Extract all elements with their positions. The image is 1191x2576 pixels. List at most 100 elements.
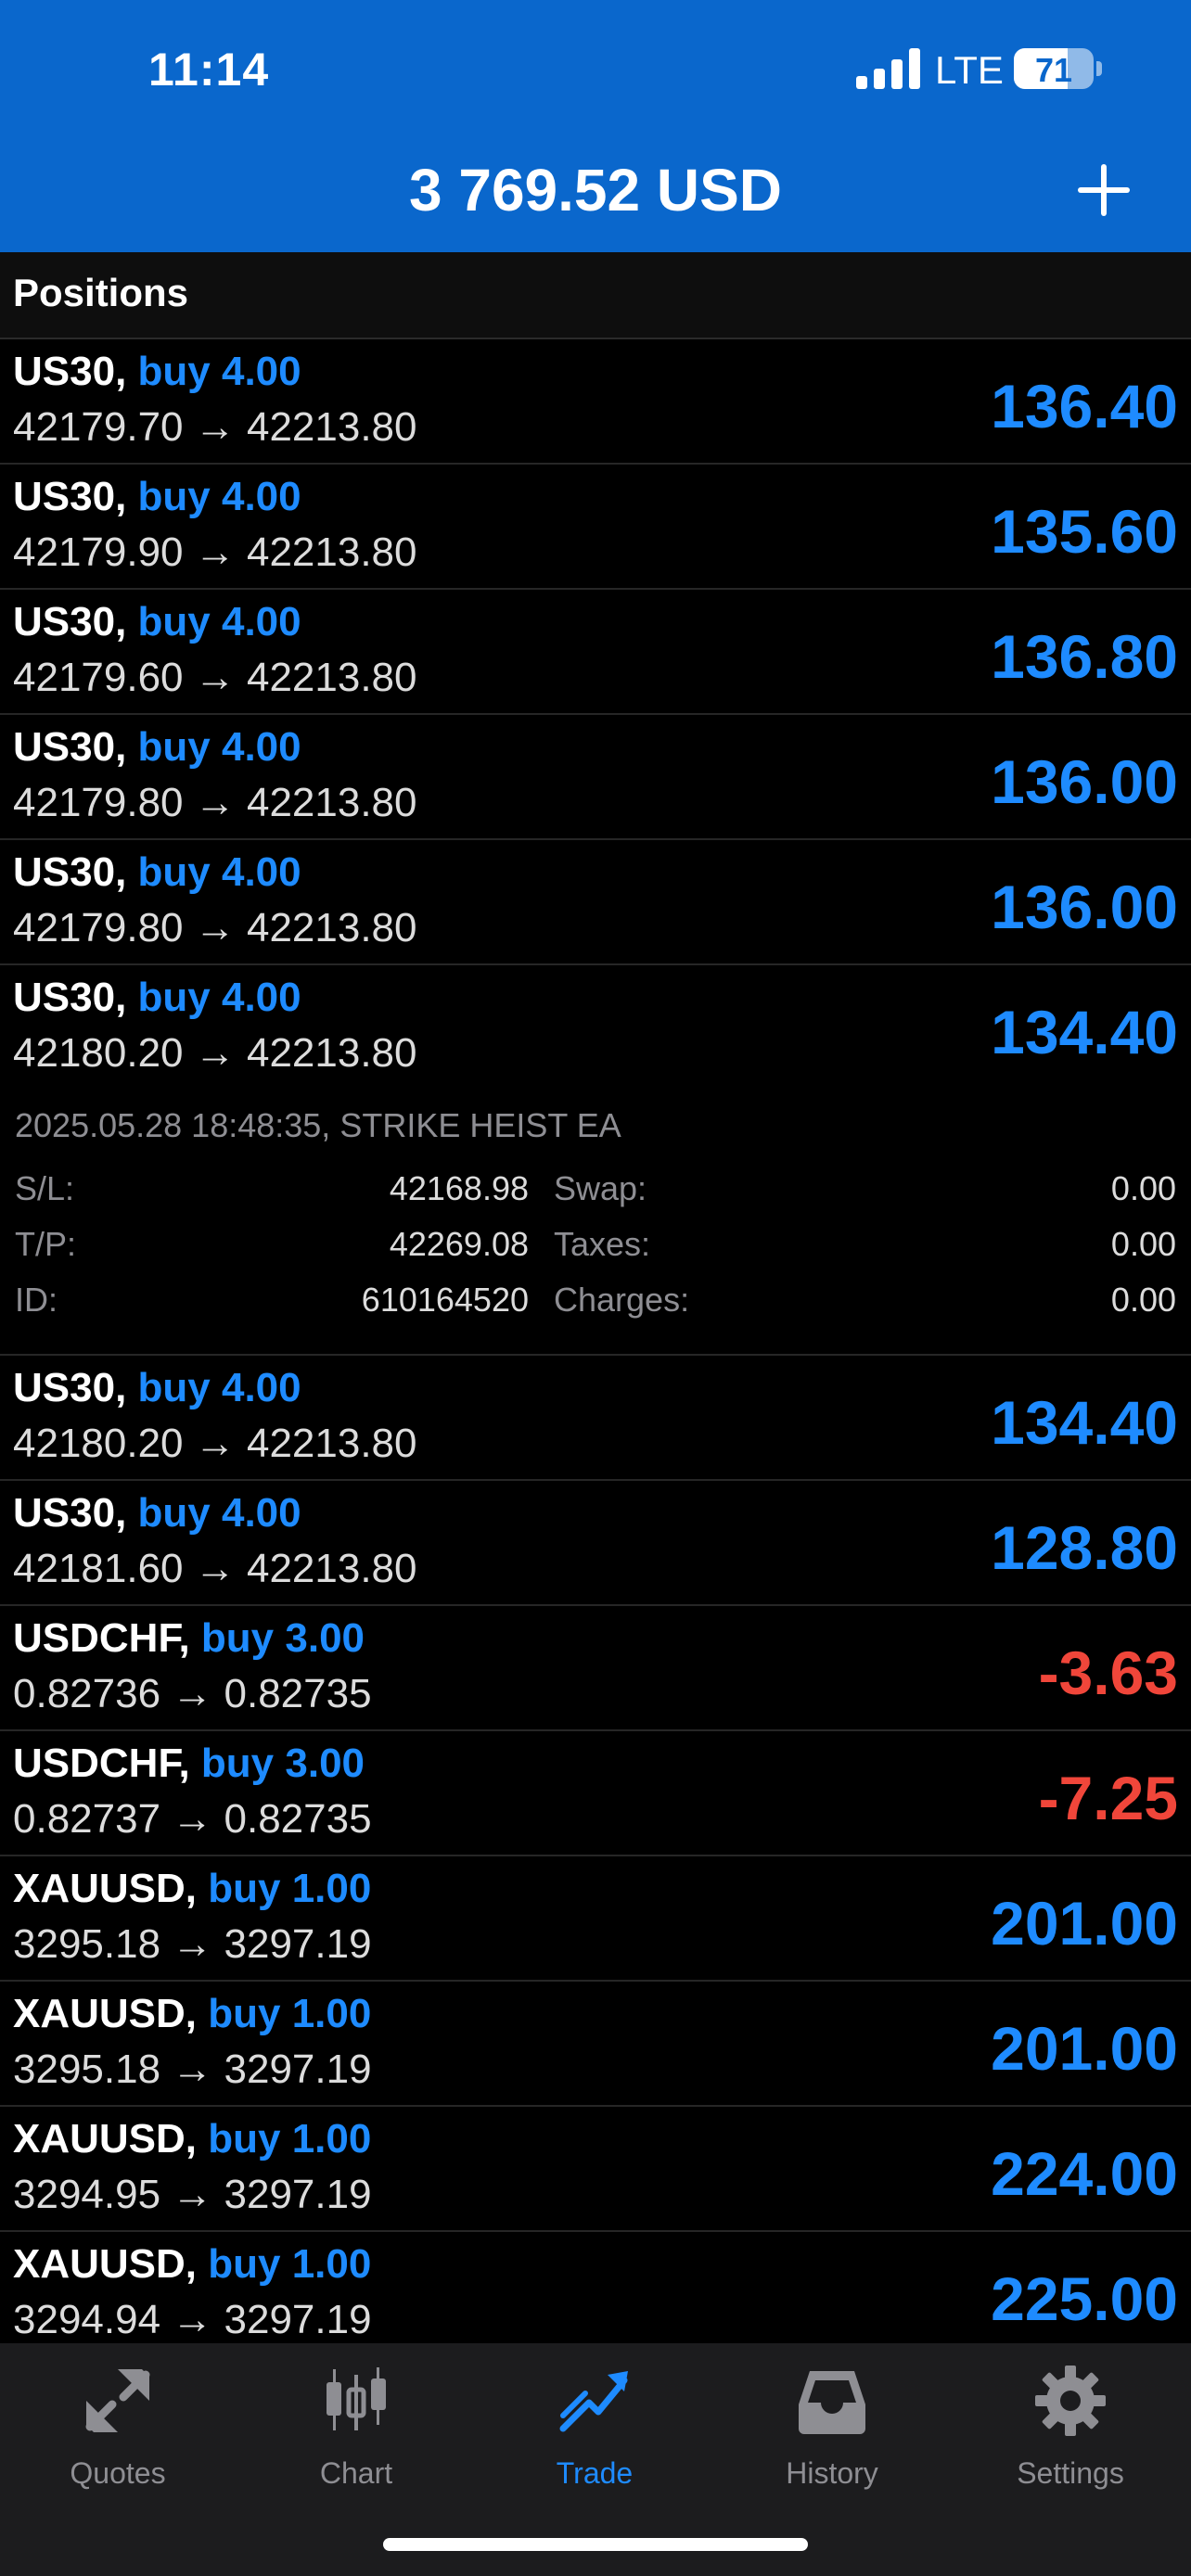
position-prices: 42179.80 → 42213.80 bbox=[13, 905, 417, 950]
tab-chart-label: Chart bbox=[319, 2456, 393, 2490]
top-bar: 11:14 LTE 71 3 769.52 USD bbox=[0, 0, 1191, 252]
position-profit: 134.40 bbox=[991, 998, 1178, 1066]
position-side: buy 4.00 bbox=[137, 599, 301, 644]
tab-settings-label: Settings bbox=[1017, 2456, 1124, 2490]
position-side: buy 4.00 bbox=[137, 1490, 301, 1536]
tab-settings[interactable]: Settings bbox=[978, 2364, 1163, 2503]
tab-history-label: History bbox=[786, 2456, 878, 2490]
position-row[interactable]: USDCHF, buy 3.00 0.82736 → 0.82735 -3.63 bbox=[0, 1606, 1191, 1731]
position-row[interactable]: XAUUSD, buy 1.00 3294.95 → 3297.19 224.0… bbox=[0, 2107, 1191, 2232]
position-open-time-comment: 2025.05.28 18:48:35, STRIKE HEIST EA bbox=[15, 1106, 621, 1144]
position-side: buy 4.00 bbox=[137, 849, 301, 895]
taxes-label: Taxes: bbox=[554, 1225, 651, 1263]
position-side: buy 4.00 bbox=[137, 349, 301, 394]
account-balance: 3 769.52 USD bbox=[408, 157, 783, 223]
tp-label: T/P: bbox=[15, 1225, 77, 1263]
tab-trade-label: Trade bbox=[556, 2456, 634, 2490]
position-symbol: US30, bbox=[13, 599, 127, 644]
position-row-expanded[interactable]: US30, buy 4.00 42180.20 → 42213.80 134.4… bbox=[0, 965, 1191, 1090]
position-symbol: US30, bbox=[13, 1490, 127, 1536]
id-label: ID: bbox=[15, 1281, 58, 1319]
position-row[interactable]: US30, buy 4.00 42179.80 → 42213.80 136.0… bbox=[0, 715, 1191, 840]
history-icon bbox=[799, 2371, 865, 2434]
position-profit: 136.00 bbox=[991, 873, 1178, 941]
swap-label: Swap: bbox=[554, 1169, 647, 1207]
position-prices: 3295.18 → 3297.19 bbox=[13, 1921, 372, 1967]
position-row[interactable]: XAUUSD, buy 1.00 3295.18 → 3297.19 201.0… bbox=[0, 1982, 1191, 2107]
position-symbol: US30, bbox=[13, 975, 127, 1020]
position-prices: 42179.90 → 42213.80 bbox=[13, 529, 417, 575]
position-profit: 134.40 bbox=[991, 1388, 1178, 1457]
position-profit: 225.00 bbox=[991, 2264, 1178, 2333]
position-prices: 0.82737 → 0.82735 bbox=[13, 1796, 372, 1842]
tp-value: 42269.08 bbox=[389, 1225, 529, 1263]
position-row[interactable]: US30, buy 4.00 42180.20 → 42213.80 134.4… bbox=[0, 1356, 1191, 1481]
network-type: LTE bbox=[935, 48, 1004, 92]
position-profit: -3.63 bbox=[1038, 1639, 1178, 1707]
position-row[interactable]: US30, buy 4.00 42181.60 → 42213.80 128.8… bbox=[0, 1481, 1191, 1606]
position-row[interactable]: US30, buy 4.00 42179.60 → 42213.80 136.8… bbox=[0, 590, 1191, 715]
battery-tip bbox=[1096, 61, 1102, 76]
position-side: buy 1.00 bbox=[208, 2241, 372, 2287]
position-symbol: XAUUSD, bbox=[13, 2116, 198, 2162]
tab-quotes-label: Quotes bbox=[70, 2456, 166, 2490]
position-symbol: US30, bbox=[13, 474, 127, 519]
position-symbol: US30, bbox=[13, 849, 127, 895]
position-symbol: US30, bbox=[13, 1365, 127, 1410]
position-symbol: XAUUSD, bbox=[13, 1866, 198, 1911]
tab-chart[interactable]: Chart bbox=[263, 2364, 449, 2503]
position-prices: 3295.18 → 3297.19 bbox=[13, 2047, 372, 2092]
position-profit: 135.60 bbox=[991, 497, 1178, 566]
swap-value: 0.00 bbox=[1110, 1169, 1176, 1207]
position-prices: 42181.60 → 42213.80 bbox=[13, 1546, 417, 1591]
position-side: buy 1.00 bbox=[208, 2116, 372, 2162]
cellular-signal-icon bbox=[856, 48, 921, 89]
tab-quotes[interactable]: Quotes bbox=[25, 2364, 211, 2503]
id-value: 610164520 bbox=[361, 1281, 529, 1319]
battery-icon: 71 bbox=[1014, 48, 1094, 89]
position-profit: 136.00 bbox=[991, 747, 1178, 816]
position-prices: 3294.95 → 3297.19 bbox=[13, 2172, 372, 2217]
sl-label: S/L: bbox=[15, 1169, 75, 1207]
position-side: buy 4.00 bbox=[137, 1365, 301, 1410]
position-side: buy 3.00 bbox=[200, 1615, 365, 1661]
position-prices: 42179.70 → 42213.80 bbox=[13, 404, 417, 450]
position-side: buy 3.00 bbox=[200, 1741, 365, 1786]
position-profit: 201.00 bbox=[991, 2014, 1178, 2083]
position-details: 2025.05.28 18:48:35, STRIKE HEIST EA S/L… bbox=[0, 1090, 1191, 1356]
position-profit: 224.00 bbox=[991, 2139, 1178, 2208]
tab-trade[interactable]: Trade bbox=[502, 2364, 687, 2503]
quotes-icon bbox=[85, 2369, 150, 2432]
position-symbol: USDCHF, bbox=[13, 1615, 190, 1661]
positions-section-header: Positions bbox=[0, 252, 1191, 339]
position-prices: 0.82736 → 0.82735 bbox=[13, 1671, 372, 1716]
new-order-button[interactable] bbox=[1076, 162, 1132, 218]
position-symbol: US30, bbox=[13, 724, 127, 770]
position-profit: 136.80 bbox=[991, 622, 1178, 691]
trade-icon bbox=[559, 2371, 628, 2432]
position-prices: 42180.20 → 42213.80 bbox=[13, 1421, 417, 1466]
sl-value: 42168.98 bbox=[389, 1169, 529, 1207]
position-prices: 42179.80 → 42213.80 bbox=[13, 780, 417, 825]
position-prices: 42179.60 → 42213.80 bbox=[13, 655, 417, 700]
position-row[interactable]: US30, buy 4.00 42179.90 → 42213.80 135.6… bbox=[0, 465, 1191, 590]
position-row[interactable]: XAUUSD, buy 1.00 3295.18 → 3297.19 201.0… bbox=[0, 1856, 1191, 1982]
settings-icon bbox=[1035, 2366, 1106, 2436]
home-indicator[interactable] bbox=[383, 2538, 808, 2551]
position-prices: 3294.94 → 3297.19 bbox=[13, 2297, 372, 2342]
charges-value: 0.00 bbox=[1110, 1281, 1176, 1319]
position-prices: 42180.20 → 42213.80 bbox=[13, 1030, 417, 1076]
position-side: buy 1.00 bbox=[208, 1991, 372, 2036]
position-symbol: USDCHF, bbox=[13, 1741, 190, 1786]
position-profit: 201.00 bbox=[991, 1889, 1178, 1958]
position-symbol: US30, bbox=[13, 349, 127, 394]
position-row[interactable]: US30, buy 4.00 42179.70 → 42213.80 136.4… bbox=[0, 339, 1191, 465]
position-row[interactable]: XAUUSD, buy 1.00 3294.94 → 3297.19 225.0… bbox=[0, 2232, 1191, 2343]
position-row[interactable]: US30, buy 4.00 42179.80 → 42213.80 136.0… bbox=[0, 840, 1191, 965]
tab-history[interactable]: History bbox=[739, 2364, 925, 2503]
position-row[interactable]: USDCHF, buy 3.00 0.82737 → 0.82735 -7.25 bbox=[0, 1731, 1191, 1856]
position-symbol: XAUUSD, bbox=[13, 1991, 198, 2036]
positions-title: Positions bbox=[13, 271, 189, 314]
position-symbol: XAUUSD, bbox=[13, 2241, 198, 2287]
position-side: buy 4.00 bbox=[137, 724, 301, 770]
